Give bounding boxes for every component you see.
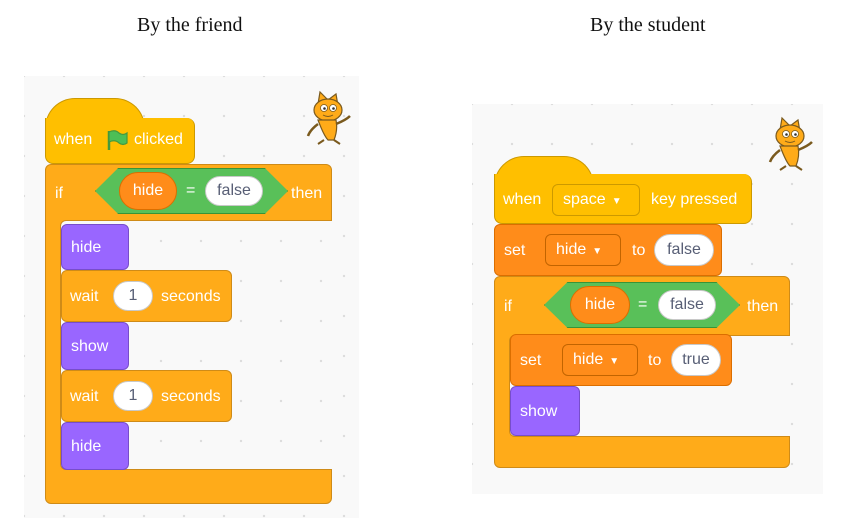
friend-caption: By the friend — [137, 14, 243, 36]
compare-value-input[interactable]: false — [658, 290, 716, 320]
hat-clicked-label: clicked — [134, 131, 183, 148]
sprite-cat-icon — [304, 90, 354, 146]
key-dropdown-value: space — [563, 191, 606, 208]
key-dropdown[interactable]: space ▼ — [552, 184, 640, 216]
seconds-label-1: seconds — [161, 288, 221, 305]
if-label: if — [55, 185, 63, 202]
variable-dropdown-1[interactable]: hide ▼ — [545, 234, 621, 266]
green-flag-icon — [105, 128, 129, 152]
to-label-1: to — [632, 242, 646, 259]
friend-script-area[interactable]: when clicked if then hide = false hide w… — [24, 76, 359, 518]
show-label: show — [71, 338, 109, 355]
if-label: if — [504, 298, 512, 315]
variable-dropdown-value-2: hide — [573, 351, 604, 368]
sprite-cat-icon — [766, 116, 816, 172]
seconds-label-2: seconds — [161, 388, 221, 405]
hat-when-label: when — [503, 191, 542, 208]
set-label-1: set — [504, 242, 526, 259]
to-label-2: to — [648, 352, 662, 369]
dropdown-caret-icon: ▼ — [592, 246, 603, 257]
hide-block-2[interactable]: hide — [61, 422, 129, 470]
key-pressed-label: key pressed — [651, 191, 738, 208]
hide-label-2: hide — [71, 438, 102, 455]
then-label: then — [291, 185, 323, 202]
set-value-input-2[interactable]: true — [671, 344, 721, 376]
set-label-2: set — [520, 352, 542, 369]
hide-block-1[interactable]: hide — [61, 224, 129, 270]
equals-sign: = — [186, 182, 196, 199]
student-script-area[interactable]: when key pressed space ▼ set to hide ▼ fal… — [472, 104, 823, 494]
set-value-input-1[interactable]: false — [654, 234, 714, 266]
show-block[interactable]: show — [61, 322, 129, 370]
hide-label-1: hide — [71, 239, 102, 256]
hide-variable-reporter[interactable]: hide — [119, 172, 177, 210]
dropdown-caret-icon: ▼ — [609, 356, 620, 367]
show-label: show — [520, 403, 558, 420]
compare-value-input[interactable]: false — [205, 176, 263, 206]
dropdown-caret-icon: ▼ — [611, 196, 622, 207]
when-flag-clicked-block[interactable]: when clicked — [45, 118, 195, 164]
then-label: then — [747, 298, 779, 315]
wait-seconds-input-1[interactable]: 1 — [113, 281, 153, 311]
variable-dropdown-2[interactable]: hide ▼ — [562, 344, 638, 376]
hide-variable-reporter[interactable]: hide — [570, 286, 630, 324]
wait-label-2: wait — [70, 388, 99, 405]
equals-sign: = — [638, 296, 648, 313]
student-caption: By the student — [590, 14, 706, 36]
wait-seconds-input-2[interactable]: 1 — [113, 381, 153, 411]
hat-when-label: when — [54, 131, 93, 148]
variable-dropdown-value-1: hide — [556, 241, 587, 258]
show-block[interactable]: show — [510, 386, 580, 436]
wait-label-1: wait — [70, 288, 99, 305]
